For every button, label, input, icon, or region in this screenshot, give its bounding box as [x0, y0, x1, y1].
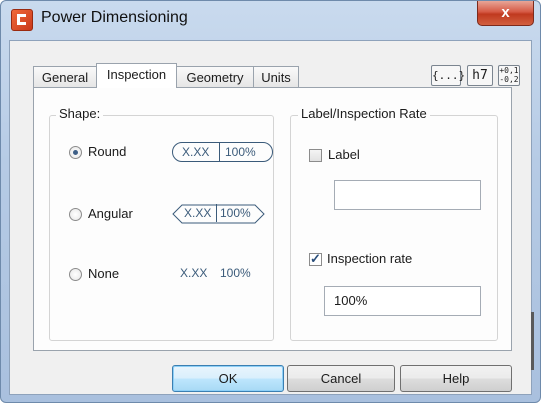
round-radio[interactable] — [69, 146, 82, 159]
none-shape-preview: X.XX 100% — [180, 264, 270, 284]
none-radio[interactable] — [69, 268, 82, 281]
window-title: Power Dimensioning — [41, 9, 188, 26]
angular-rate: 100% — [220, 206, 251, 220]
fit-h7-icon[interactable]: h7 — [467, 65, 493, 86]
inspection-rate-input[interactable]: 100% — [324, 286, 481, 316]
tab-inspection[interactable]: Inspection — [96, 63, 177, 88]
tolerance-upper: +0,1 — [499, 66, 519, 75]
label-rate-group-label: Label/Inspection Rate — [298, 106, 430, 121]
window-resize-edge — [531, 312, 534, 370]
tolerance-lower: -0,2 — [499, 75, 519, 84]
title-bar[interactable]: Power Dimensioning x — [1, 1, 540, 39]
help-button[interactable]: Help — [400, 365, 512, 392]
brackets-icon[interactable]: {...} — [431, 65, 465, 86]
inspection-rate-label: Inspection rate — [327, 251, 413, 266]
inspection-rate-checkbox[interactable] — [309, 251, 322, 267]
none-rate: 100% — [220, 266, 251, 280]
app-icon — [11, 9, 33, 31]
ok-button[interactable]: OK — [172, 365, 284, 392]
tab-general[interactable]: General — [33, 66, 97, 87]
angular-value: X.XX — [184, 206, 212, 220]
angular-label: Angular — [88, 206, 133, 221]
label-input[interactable] — [334, 180, 481, 210]
tolerance-icon[interactable]: +0,1 -0,2 — [498, 65, 520, 86]
none-value: X.XX — [180, 266, 208, 280]
shape-group-label: Shape: — [56, 106, 104, 121]
angular-radio[interactable] — [69, 208, 82, 221]
round-value: X.XX — [182, 145, 210, 159]
cancel-button[interactable]: Cancel — [287, 365, 395, 392]
round-divider — [219, 143, 220, 161]
round-label: Round — [88, 144, 127, 159]
round-shape-preview: X.XX 100% — [172, 142, 273, 162]
tab-units[interactable]: Units — [253, 66, 299, 87]
none-label: None — [88, 266, 120, 281]
close-button[interactable]: x — [477, 1, 534, 26]
angular-divider — [216, 204, 217, 222]
round-rate: 100% — [225, 145, 256, 159]
tab-geometry[interactable]: Geometry — [176, 66, 254, 87]
label-checkbox-label: Label — [328, 147, 360, 162]
label-checkbox[interactable] — [309, 149, 322, 162]
angular-shape-preview: X.XX 100% — [172, 204, 265, 224]
